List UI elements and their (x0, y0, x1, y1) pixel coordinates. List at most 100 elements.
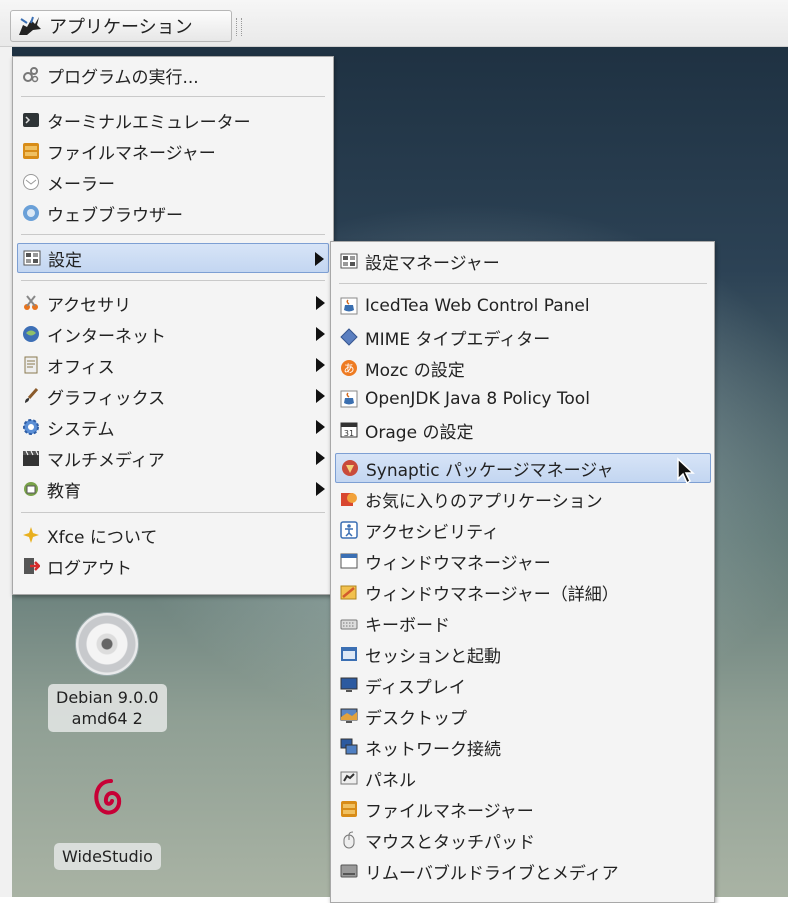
applications-menu: プログラムの実行... ターミナルエミュレーター ファイルマネージャー メーラー… (12, 56, 334, 595)
menu-item-window-manager-tweaks[interactable]: ウィンドウマネージャー（詳細） (335, 577, 711, 607)
menu-item-label: お気に入りのアプリケーション (365, 491, 603, 512)
menu-item-accessories[interactable]: アクセサリ (17, 288, 329, 318)
menu-item-label: Synaptic パッケージマネージャ (366, 460, 614, 481)
menu-item-file-manager[interactable]: ファイルマネージャー (17, 136, 329, 166)
cdrom-icon (75, 612, 140, 676)
menu-separator (339, 283, 707, 284)
menu-item-label: マウスとタッチパッド (365, 832, 535, 853)
desktop-icon (339, 706, 359, 726)
panel-handle[interactable] (236, 18, 242, 36)
desktop-left-strip (0, 45, 12, 897)
menu-item-session-startup[interactable]: セッションと起動 (335, 639, 711, 669)
paintbrush-icon (21, 386, 41, 406)
star-icon (21, 525, 41, 545)
desktop-icon-label: Debian 9.0.0 amd64 2 (48, 684, 167, 732)
menu-item-panel[interactable]: パネル (335, 763, 711, 793)
applications-menu-button[interactable]: アプリケーション (10, 10, 232, 42)
session-icon (339, 644, 359, 664)
xfce-mouse-icon (19, 16, 41, 35)
mouse-pointer-icon (677, 457, 695, 485)
java-icon (339, 296, 359, 316)
menu-item-mime-editor[interactable]: MIME タイプエディター (335, 322, 711, 352)
submenu-arrow-icon (316, 451, 325, 465)
menu-item-settings[interactable]: 設定 (17, 243, 329, 273)
menu-item-label: ディスプレイ (365, 677, 466, 698)
menu-item-label: パネル (365, 770, 416, 791)
menu-item-label: ターミナルエミュレーター (47, 112, 251, 133)
menu-item-label: ウェブブラウザー (47, 205, 183, 226)
menu-item-graphics[interactable]: グラフィックス (17, 381, 329, 411)
menu-item-multimedia[interactable]: マルチメディア (17, 443, 329, 473)
menu-item-label: 設定 (48, 250, 82, 271)
menu-item-label: Orage の設定 (365, 422, 474, 443)
menu-item-label: ファイルマネージャー (365, 801, 534, 822)
mouse-icon (339, 830, 359, 850)
menu-item-file-manager-settings[interactable]: ファイルマネージャー (335, 794, 711, 824)
menu-item-window-manager[interactable]: ウィンドウマネージャー (335, 546, 711, 576)
settings-grid-icon (22, 248, 42, 268)
menu-item-web-browser[interactable]: ウェブブラウザー (17, 198, 329, 228)
menu-item-label: ウィンドウマネージャー (365, 553, 551, 574)
menu-item-label: リムーバブルドライブとメディア (365, 863, 619, 884)
menu-item-label: ファイルマネージャー (47, 143, 216, 164)
menu-item-label: マルチメディア (47, 450, 165, 471)
menu-separator (21, 512, 325, 513)
menu-item-label: OpenJDK Java 8 Policy Tool (365, 389, 590, 409)
menu-item-orage[interactable]: 31 Orage の設定 (335, 415, 711, 445)
file-cabinet-icon (339, 799, 359, 819)
java-icon (339, 389, 359, 409)
applications-menu-label: アプリケーション (49, 17, 193, 38)
menu-item-removable-media[interactable]: リムーバブルドライブとメディア (335, 856, 711, 886)
menu-item-network-connections[interactable]: ネットワーク接続 (335, 732, 711, 762)
menu-item-mailer[interactable]: メーラー (17, 167, 329, 197)
menu-item-system[interactable]: システム (17, 412, 329, 442)
menu-item-mozc[interactable]: あ Mozc の設定 (335, 353, 711, 383)
menu-item-run-program[interactable]: プログラムの実行... (17, 60, 329, 90)
menu-item-mouse-touchpad[interactable]: マウスとタッチパッド (335, 825, 711, 855)
logout-icon (21, 556, 41, 576)
menu-item-office[interactable]: オフィス (17, 350, 329, 380)
menu-item-internet[interactable]: インターネット (17, 319, 329, 349)
menu-item-label: Xfce について (47, 527, 158, 548)
synaptic-icon (340, 458, 360, 478)
submenu-arrow-icon (316, 420, 325, 434)
removable-drive-icon (339, 861, 359, 881)
menu-item-label: 設定マネージャー (365, 253, 500, 274)
menu-item-logout[interactable]: ログアウト (17, 551, 329, 581)
keyboard-icon (339, 613, 359, 633)
menu-item-label: ネットワーク接続 (365, 739, 501, 760)
gears-icon (21, 65, 41, 85)
menu-item-accessibility[interactable]: アクセシビリティ (335, 515, 711, 545)
globe-icon (21, 203, 41, 223)
submenu-arrow-icon (316, 358, 325, 372)
menu-item-label: セッションと起動 (365, 646, 501, 667)
menu-item-label: 教育 (47, 481, 81, 502)
menu-item-favorites[interactable]: お気に入りのアプリケーション (335, 484, 711, 514)
menu-item-desktop[interactable]: デスクトップ (335, 701, 711, 731)
menu-item-label: Mozc の設定 (365, 360, 465, 381)
scissors-icon (21, 293, 41, 313)
menu-item-label: メーラー (47, 174, 115, 195)
menu-item-display[interactable]: ディスプレイ (335, 670, 711, 700)
menu-item-label: インターネット (47, 326, 166, 347)
menu-item-openjdk-policy[interactable]: OpenJDK Java 8 Policy Tool (335, 384, 711, 414)
menu-separator (21, 96, 325, 97)
internet-globe-icon (21, 324, 41, 344)
desktop-icon-widestudio[interactable]: WideStudio (54, 775, 161, 870)
svg-text:31: 31 (344, 429, 354, 438)
menu-item-terminal[interactable]: ターミナルエミュレーター (17, 105, 329, 135)
menu-item-keyboard[interactable]: キーボード (335, 608, 711, 638)
menu-item-about-xfce[interactable]: Xfce について (17, 520, 329, 550)
mozc-icon: あ (339, 358, 359, 378)
debian-swirl-icon (94, 779, 122, 815)
menu-item-label: ウィンドウマネージャー（詳細） (365, 584, 619, 605)
mail-icon (21, 172, 41, 192)
office-document-icon (21, 355, 41, 375)
settings-submenu: 設定マネージャー IcedTea Web Control Panel MIME … (330, 241, 715, 903)
menu-separator (21, 280, 325, 281)
menu-item-synaptic[interactable]: Synaptic パッケージマネージャ (335, 453, 711, 483)
menu-item-education[interactable]: 教育 (17, 474, 329, 504)
menu-item-settings-manager[interactable]: 設定マネージャー (335, 246, 711, 276)
menu-item-icedtea[interactable]: IcedTea Web Control Panel (335, 291, 711, 321)
desktop-icon-cdrom[interactable]: Debian 9.0.0 amd64 2 (48, 612, 167, 732)
